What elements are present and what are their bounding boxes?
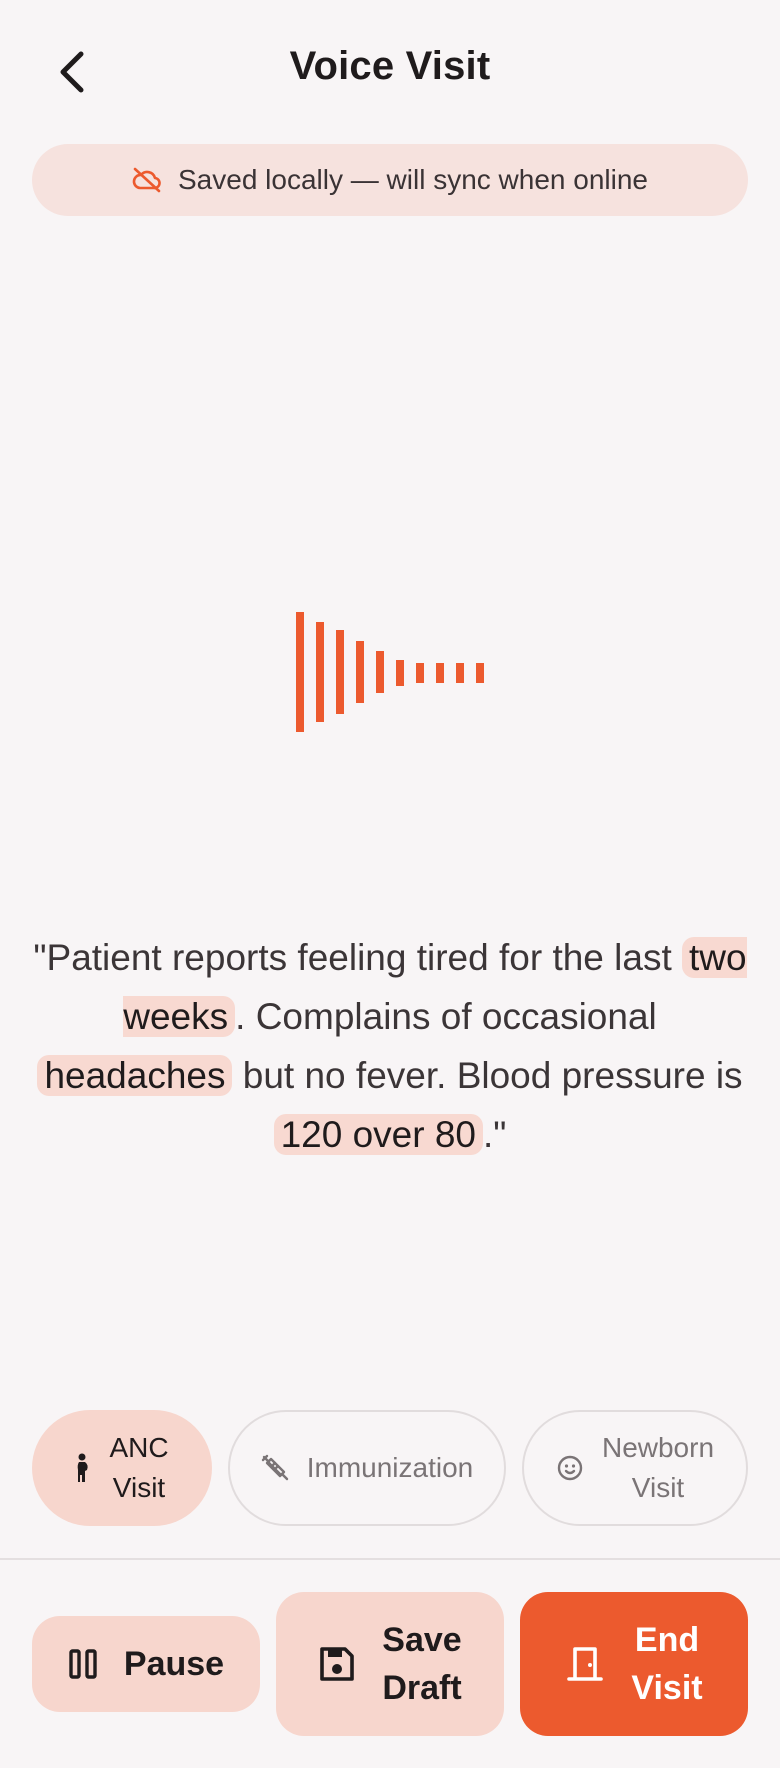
action-bar-divider (0, 1558, 780, 1560)
visit-type-label: ANC (109, 1432, 169, 1463)
offline-banner-text: Saved locally — will sync when online (178, 164, 648, 195)
end-visit-label: Visit (631, 1669, 703, 1707)
transcript-highlight-blood-pressure[interactable]: 120 over 80 (273, 1114, 483, 1155)
end-visit-label: End (634, 1621, 700, 1659)
pregnant-person-icon (78, 1453, 89, 1482)
save-icon (320, 1647, 355, 1681)
pause-button[interactable]: Pause (32, 1616, 260, 1712)
door-exit-icon (567, 1647, 604, 1681)
transcript-quote: ." (483, 1114, 507, 1155)
visit-type-label: Visit (112, 1472, 166, 1503)
end-visit-button[interactable]: End Visit (520, 1592, 748, 1736)
page-title: Voice Visit (289, 44, 491, 88)
transcript-text: but no fever. Blood pressure is (232, 1055, 743, 1096)
app-header: Voice Visit (0, 0, 780, 144)
offline-sync-banner: Saved locally — will sync when online (32, 144, 748, 216)
visit-type-immunization[interactable]: Immunization (228, 1410, 506, 1526)
baby-face-icon (557, 1455, 583, 1481)
visit-type-label: Newborn (601, 1432, 715, 1463)
visit-type-label: Visit (631, 1472, 685, 1503)
live-transcript: "Patient reports feeling tired for the l… (30, 928, 750, 1164)
pause-icon (69, 1649, 97, 1679)
save-draft-label: Draft (382, 1669, 462, 1707)
save-draft-label: Save (382, 1621, 462, 1659)
cloud-off-icon (132, 167, 161, 193)
transcript-text: Patient reports feeling tired for the la… (46, 937, 683, 978)
visit-type-newborn[interactable]: Newborn Visit (522, 1410, 748, 1526)
syringe-icon (261, 1454, 288, 1481)
transcript-text: . Complains of occasional (235, 996, 657, 1037)
pause-button-label: Pause (123, 1645, 225, 1683)
visit-type-anc[interactable]: ANC Visit (32, 1410, 212, 1526)
transcript-quote: " (33, 937, 47, 978)
transcript-highlight-symptom[interactable]: headaches (37, 1055, 233, 1096)
save-draft-button[interactable]: Save Draft (276, 1592, 504, 1736)
audio-waveform-icon (296, 612, 484, 732)
visit-type-label: Immunization (306, 1452, 474, 1483)
